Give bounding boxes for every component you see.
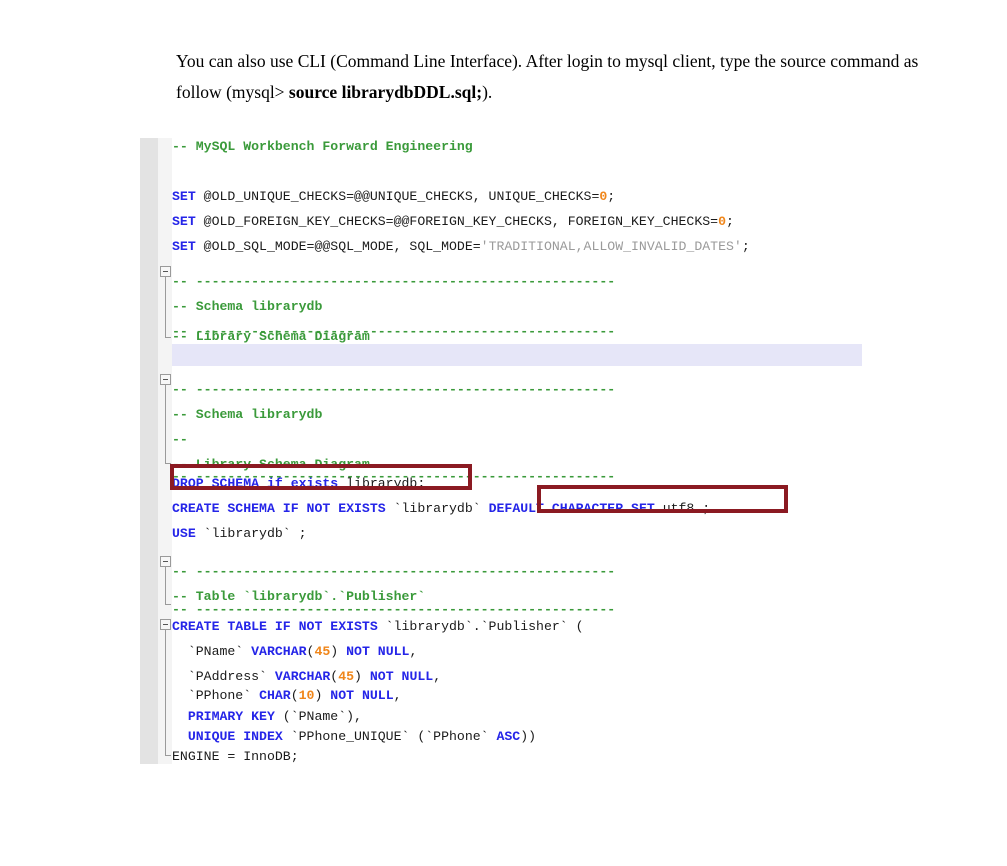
code-line: -- Schema librarydb [172,294,322,319]
intro-paragraph: You can also use CLI (Command Line Inter… [176,46,942,108]
code-line: -- [172,427,188,452]
sql-code-editor[interactable]: -- MySQL Workbench Forward Engineering S… [140,138,870,764]
annotation-box-default-charset [537,485,788,513]
fold-toggle-schema-block-2[interactable] [160,374,171,385]
code-line-text: -- Library Schema Diagram [172,329,370,344]
fold-toggle-create-table-publisher[interactable] [160,619,171,630]
intro-paragraph-text-part1: You can also use CLI (Command Line Inter… [176,51,919,102]
fold-bracket-foot-3 [165,604,171,605]
code-line: -- Schema librarydb [172,402,322,427]
code-line-text: -- Schema librarydb [172,407,323,422]
code-line: -- -------------------------------------… [172,559,615,584]
fold-bracket-foot-4 [165,755,171,756]
code-line: `PName` VARCHAR(45) NOT NULL, `PName` VA… [172,644,418,659]
annotation-box-drop-schema [170,464,472,490]
intro-paragraph-text-part2: ). [482,82,493,102]
code-line-text: -- -------------------------------------… [172,382,616,397]
code-line: CREATE TABLE IF NOT EXISTS `librarydb`.`… [172,619,584,634]
code-line: -- -------------------------------------… [172,377,615,402]
fold-toggle-schema-block-1[interactable] [160,266,171,277]
fold-bracket-line-4 [165,630,166,755]
code-line-text: -- Schema librarydb [172,299,323,314]
code-line: SET @OLD_FOREIGN_KEY_CHECKS=@@FOREIGN_KE… [172,214,734,229]
fold-bracket-foot-1 [165,337,171,338]
fold-bracket-line-2 [165,385,166,463]
fold-bracket-line-1 [165,277,166,337]
editor-gutter [140,138,158,764]
fold-bracket-line-3 [165,567,166,604]
code-line: SET @OLD_UNIQUE_CHECKS=@@UNIQUE_CHECKS, … [172,189,616,204]
code-text-surface[interactable]: -- MySQL Workbench Forward Engineering S… [172,138,870,764]
code-line-text: -- MySQL Workbench Forward Engineering [172,139,473,154]
intro-paragraph-source-command: source librarydbDDL.sql; [288,82,483,102]
code-line: -- Library Schema Diagram [172,324,370,349]
code-line: USE `librarydb` ;USE `librarydb` ; [172,526,307,541]
fold-toggle-table-comment-block[interactable] [160,556,171,567]
code-line: -- -------------------------------------… [172,269,615,294]
code-line-text: -- -------------------------------------… [172,564,616,579]
code-line: ENGINE = InnoDB;ENGINE = InnoDB; [172,749,299,764]
code-line: SET @OLD_SQL_MODE=@@SQL_MODE, SQL_MODE='… [172,239,750,254]
code-line: -- MySQL Workbench Forward Engineering [172,138,473,159]
code-line-text: -- [172,432,188,447]
code-line-text: -- -------------------------------------… [172,274,616,289]
